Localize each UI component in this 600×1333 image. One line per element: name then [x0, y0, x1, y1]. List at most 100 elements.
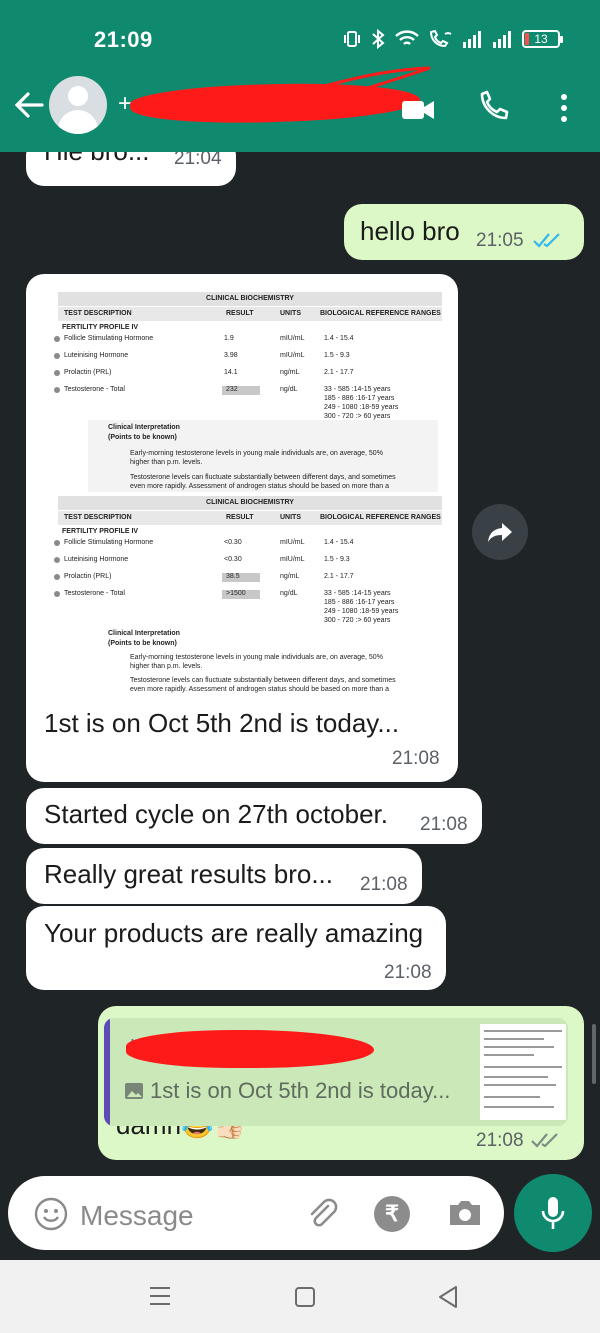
test-range: 300 - 720 :> 60 years [324, 617, 391, 624]
phone-icon[interactable] [476, 90, 510, 124]
interpretation-text: Testosterone levels can fluctuate substa… [130, 677, 396, 684]
test-name: Prolactin (PRL) [64, 573, 112, 580]
message-in[interactable]: Your products are really amazing 21:08 [26, 906, 446, 990]
mic-icon [541, 1197, 565, 1229]
message-in[interactable]: Started cycle on 27th october. 21:08 [26, 788, 482, 844]
test-range: 1.4 - 15.4 [324, 335, 354, 342]
test-units: ng/dL [280, 386, 298, 393]
lab-report-image[interactable]: CLINICAL BIOCHEMISTRY TEST DESCRIPTION R… [38, 286, 444, 696]
video-call-icon[interactable] [400, 97, 436, 123]
col-units: UNITS [280, 514, 301, 521]
test-range: 185 - 886 :16-17 years [324, 395, 395, 402]
message-text: hello bro [360, 216, 460, 246]
scrollbar[interactable] [592, 1024, 596, 1084]
message-time: 21:08 [476, 1130, 524, 1151]
interpretation-text: even more rapidly. Assessment of androge… [130, 483, 390, 490]
quoted-image-thumbnail [480, 1024, 566, 1120]
forward-icon [488, 523, 512, 542]
redaction-scribble [301, 66, 431, 98]
back-arrow-icon[interactable] [12, 88, 46, 122]
test-name: Follicle Stimulating Hormone [64, 335, 154, 342]
wifi-calling-icon [429, 29, 452, 48]
test-result: 3.98 [224, 352, 238, 359]
status-icons: 13 [342, 26, 563, 52]
test-units: ng/dL [280, 590, 298, 597]
message-out[interactable]: hello bro 21:05 [344, 204, 584, 260]
col-result: RESULT [226, 310, 254, 317]
vibrate-icon [344, 31, 360, 47]
emoji-icon[interactable] [34, 1197, 68, 1231]
test-result: 1.9 [224, 335, 234, 342]
test-range: 33 - 585 :14-15 years [324, 386, 391, 393]
test-range: 33 - 585 :14-15 years [324, 590, 391, 597]
interpretation-title: Clinical Interpretation [108, 424, 180, 431]
report-section-title: CLINICAL BIOCHEMISTRY [58, 496, 442, 510]
test-units: mIU/mL [280, 556, 305, 563]
forward-button[interactable] [472, 504, 528, 560]
rupee-payment-icon[interactable]: ₹ [374, 1196, 410, 1232]
home-icon[interactable] [295, 1287, 315, 1307]
report-columns: TEST DESCRIPTION RESULT UNITS BIOLOGICAL… [58, 511, 442, 525]
test-range: 1.5 - 9.3 [324, 352, 350, 359]
back-icon[interactable] [436, 1284, 460, 1310]
message-in[interactable]: Really great results bro... 21:08 [26, 848, 422, 904]
attach-icon[interactable] [304, 1196, 340, 1232]
test-name: Luteinising Hormone [64, 556, 129, 563]
redaction-mark [126, 1030, 374, 1068]
test-result: <0.30 [224, 539, 242, 546]
message-text: Your products are really amazing [44, 918, 424, 948]
profile-title: FERTILITY PROFILE IV [62, 528, 139, 535]
test-name: Testosterone - Total [64, 386, 125, 393]
app-header: 21:09 13 + [0, 0, 600, 152]
test-range: 300 - 720 :> 60 years [324, 413, 391, 420]
col-range: BIOLOGICAL REFERENCE RANGES [320, 514, 441, 521]
menu-icon[interactable] [148, 1285, 172, 1307]
test-name: Follicle Stimulating Hormone [64, 539, 154, 546]
message-time: 21:08 [360, 874, 408, 895]
col-units: UNITS [280, 310, 301, 317]
message-in[interactable]: Hie bro... 21:04 [26, 152, 236, 186]
battery-icon: 13 [522, 30, 563, 48]
more-vertical-icon[interactable] [552, 92, 576, 124]
report-columns: TEST DESCRIPTION RESULT UNITS BIOLOGICAL… [58, 307, 442, 321]
signal-icon [463, 31, 481, 48]
image-icon [125, 1083, 143, 1099]
col-test: TEST DESCRIPTION [64, 310, 132, 317]
message-caption: 1st is on Oct 5th 2nd is today... [44, 708, 400, 738]
test-range: 1.5 - 9.3 [324, 556, 350, 563]
interpretation-text: Early-morning testosterone levels in you… [130, 654, 383, 661]
interpretation-text: even more rapidly. Assessment of androge… [130, 686, 390, 693]
test-units: mIU/mL [280, 539, 305, 546]
system-nav-bar [0, 1260, 600, 1333]
camera-icon[interactable] [446, 1196, 484, 1230]
test-range: 249 - 1080 :18-59 years [324, 404, 399, 411]
test-range: 2.1 - 17.7 [324, 573, 354, 580]
interpretation-title: Clinical Interpretation [108, 630, 180, 637]
message-text: Really great results bro... [44, 859, 334, 889]
message-time: 21:08 [392, 748, 440, 769]
message-in-image[interactable]: CLINICAL BIOCHEMISTRY TEST DESCRIPTION R… [26, 274, 458, 782]
message-text: Started cycle on 27th october. [44, 799, 388, 829]
mic-button[interactable] [514, 1174, 592, 1252]
status-bar: 21:09 13 [0, 18, 600, 62]
quoted-message[interactable]: + 1st is on Oct 5th 2nd is today... [104, 1018, 568, 1126]
wifi-icon [395, 30, 419, 45]
chat-area[interactable]: Hie bro... 21:04 hello bro 21:05 CLINICA… [0, 152, 600, 1172]
battery-level: 13 [534, 32, 548, 46]
message-time: 21:05 [476, 230, 524, 251]
interpretation-sub: (Points to be known) [108, 640, 177, 647]
interpretation-sub: (Points to be known) [108, 434, 177, 441]
bluetooth-icon [372, 28, 385, 50]
interpretation-text: Early-morning testosterone levels in you… [130, 450, 383, 457]
col-result: RESULT [226, 514, 254, 521]
avatar[interactable] [49, 76, 107, 134]
test-range: 2.1 - 17.7 [324, 369, 354, 376]
message-input[interactable]: Message [80, 1200, 194, 1232]
test-name: Testosterone - Total [64, 590, 125, 597]
quoted-text: 1st is on Oct 5th 2nd is today... [150, 1078, 451, 1103]
message-time: 21:04 [174, 152, 222, 169]
message-composer[interactable]: Message ₹ [8, 1176, 504, 1250]
test-range: 185 - 886 :16-17 years [324, 599, 395, 606]
signal-icon [493, 31, 511, 48]
interpretation-text: higher than p.m. levels. [130, 459, 203, 466]
